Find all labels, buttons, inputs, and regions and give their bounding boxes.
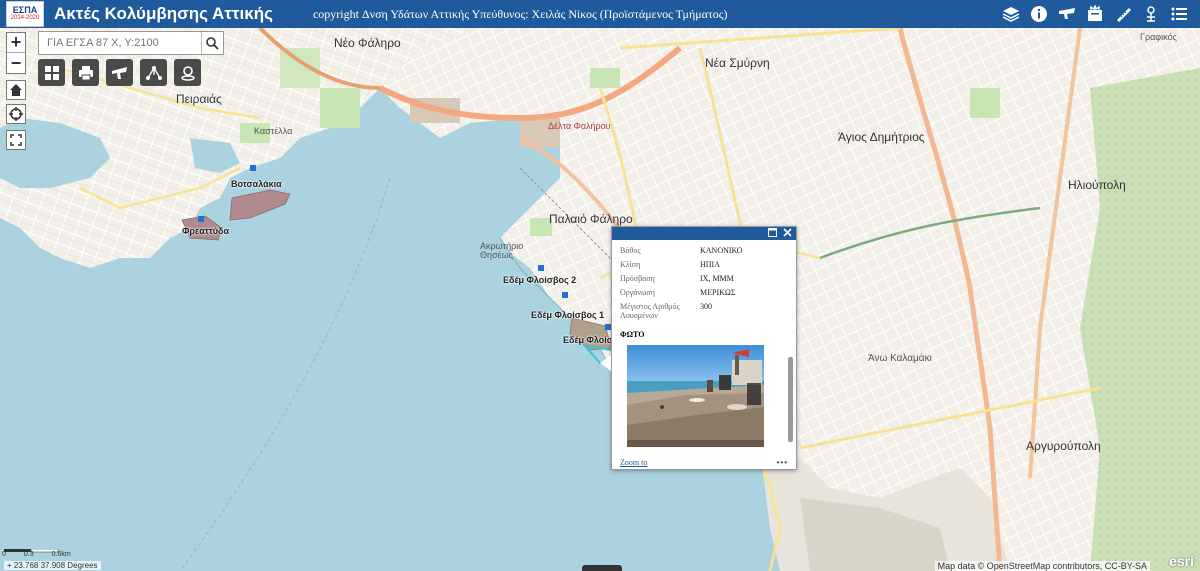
zoom-to-link[interactable]: Zoom to bbox=[620, 458, 647, 467]
popup-footer: Zoom to ••• bbox=[612, 455, 796, 469]
map-view[interactable]: Νέο Φάληρο Νέα Σμύρνη Άγιος Δημήτριος Πε… bbox=[0, 28, 1200, 571]
bottom-panel-handle[interactable] bbox=[582, 565, 622, 571]
label-argyroupoli: Αργυρούπολη bbox=[1026, 439, 1101, 453]
label-kastella: Καστέλλα bbox=[254, 126, 293, 136]
locate-me-button[interactable] bbox=[6, 104, 26, 124]
app-subtitle: copyright Δνση Υδάτων Αττικής Υπεύθυνος:… bbox=[312, 6, 728, 21]
share-button[interactable] bbox=[140, 59, 167, 86]
draw-button[interactable] bbox=[106, 59, 133, 86]
share-icon bbox=[145, 65, 162, 80]
label-ilioupoli: Ηλιούπολη bbox=[1068, 178, 1126, 192]
draw-icon bbox=[111, 66, 127, 79]
search-button[interactable] bbox=[201, 32, 223, 54]
attribute-row: Κλίση ΗΠΙΑ bbox=[620, 260, 782, 269]
zoom-in-button[interactable]: + bbox=[7, 32, 25, 53]
attribute-value: ΚΑΝΟΝΙΚΟ bbox=[700, 246, 743, 255]
layers-icon[interactable] bbox=[1000, 3, 1022, 25]
print-icon bbox=[78, 65, 93, 80]
attribute-value: ΙΧ, ΜΜΜ bbox=[700, 274, 734, 283]
attribute-row: Μέγιστος Αριθμός Λουομένων 300 bbox=[620, 302, 782, 320]
attribute-key: Πρόσβαση bbox=[620, 274, 655, 283]
info-icon[interactable] bbox=[1028, 3, 1050, 25]
coordinates-text: 23.768 37.908 Degrees bbox=[13, 561, 98, 570]
more-options-button[interactable]: ••• bbox=[777, 458, 788, 467]
search-input[interactable] bbox=[39, 32, 201, 54]
crosshair-icon bbox=[9, 107, 23, 121]
header-toolbar bbox=[1000, 3, 1190, 25]
scale-label: 0.6km bbox=[51, 551, 71, 558]
logo-text-bottom: 2014-2020 bbox=[10, 15, 40, 21]
locate-icon[interactable] bbox=[1140, 3, 1162, 25]
zoom-out-button[interactable]: − bbox=[7, 53, 25, 73]
feature-popup: Βάθος ΚΑΝΟΝΙΚΟ Κλίση ΗΠΙΑ Πρόσβαση ΙΧ, Μ… bbox=[611, 226, 797, 470]
attribute-value: ΗΠΙΑ bbox=[700, 260, 720, 269]
coordinate-readout: + 23.768 37.908 Degrees bbox=[4, 561, 101, 570]
scale-bar: 0 0.3 0.6km bbox=[2, 549, 84, 558]
close-icon[interactable] bbox=[783, 227, 792, 240]
map-toolbar bbox=[38, 59, 201, 86]
scale-label: 0.3 bbox=[23, 551, 34, 558]
measure-icon[interactable] bbox=[1112, 3, 1134, 25]
fullscreen-icon bbox=[10, 134, 22, 146]
popup-scrollbar[interactable] bbox=[788, 357, 793, 442]
scale-label: 0 bbox=[2, 551, 6, 558]
label-delta-falirou: Δέλτα Φαλήρου bbox=[548, 121, 611, 131]
app-header: ΕΣΠΑ 2014-2020 Ακτές Κολύμβησης Αττικής … bbox=[0, 0, 1200, 28]
grid-icon bbox=[44, 65, 59, 80]
search-icon bbox=[206, 36, 219, 50]
beach-label-edem-floisvos[interactable]: Εδέμ Φλοίσ bbox=[563, 335, 613, 345]
basemap bbox=[0, 28, 1200, 571]
label-ano-kalamaki: Άνω Καλαμάκι bbox=[868, 353, 932, 364]
map-attribution: Map data © OpenStreetMap contributors, C… bbox=[934, 561, 1150, 571]
espa-logo: ΕΣΠΑ 2014-2020 bbox=[6, 1, 44, 27]
attribute-value: ΜΕΡΙΚΩΣ bbox=[700, 288, 736, 297]
photo-heading: ΦΩΤΟ bbox=[620, 330, 645, 339]
popup-pointer bbox=[600, 355, 611, 371]
beach-label-edem-floisvos-2[interactable]: Εδέμ Φλοίσβος 2 bbox=[503, 275, 576, 285]
attribute-key: Οργάνωση bbox=[620, 288, 655, 297]
popup-header bbox=[612, 227, 796, 240]
attribute-value: 300 bbox=[700, 302, 712, 311]
attribute-key: Βάθος bbox=[620, 246, 641, 255]
label-peiraias: Πειραιάς bbox=[176, 92, 222, 106]
list-icon[interactable] bbox=[1168, 3, 1190, 25]
attribute-row: Πρόσβαση ΙΧ, ΜΜΜ bbox=[620, 274, 782, 283]
attribute-key: Κλίση bbox=[620, 260, 641, 269]
esri-logo: esri bbox=[1169, 553, 1194, 569]
location-button[interactable] bbox=[174, 59, 201, 86]
label-grafikos: Γραφικός bbox=[1140, 32, 1177, 42]
attribute-row: Βάθος ΚΑΝΟΝΙΚΟ bbox=[620, 246, 782, 255]
home-button[interactable] bbox=[6, 80, 26, 100]
beach-photo[interactable] bbox=[627, 345, 764, 447]
print-button[interactable] bbox=[72, 59, 99, 86]
label-agios-dimitrios: Άγιος Δημήτριος bbox=[838, 130, 925, 144]
logo-text-top: ΕΣΠΑ bbox=[12, 5, 38, 15]
label-paleo-faliro: Παλαιό Φάληρο bbox=[549, 212, 633, 226]
pin-icon bbox=[180, 65, 195, 81]
beach-label-edem-floisvos-1[interactable]: Εδέμ Φλοίσβος 1 bbox=[531, 310, 604, 320]
fullscreen-button[interactable] bbox=[6, 130, 26, 150]
basemap-gallery-button[interactable] bbox=[38, 59, 65, 86]
attribute-row: Οργάνωση ΜΕΡΙΚΩΣ bbox=[620, 288, 782, 297]
zoom-control: + − bbox=[6, 32, 26, 74]
popup-content: Βάθος ΚΑΝΟΝΙΚΟ Κλίση ΗΠΙΑ Πρόσβαση ΙΧ, Μ… bbox=[612, 240, 788, 455]
maximize-icon[interactable] bbox=[768, 227, 777, 240]
coordinate-search bbox=[38, 31, 224, 55]
plus-icon[interactable]: + bbox=[7, 561, 12, 570]
label-neo-faliro: Νέο Φάληρο bbox=[334, 36, 401, 50]
label-neo-smyrni: Νέα Σμύρνη bbox=[705, 56, 770, 70]
legend-icon[interactable] bbox=[1084, 3, 1106, 25]
label-akrotirio-thiseos: Ακρωτήριο Θησέως bbox=[480, 241, 524, 260]
home-icon bbox=[10, 84, 22, 96]
beach-label-votsalakia[interactable]: Βοτσαλάκια bbox=[231, 179, 282, 189]
beach-label-freattyda[interactable]: Φρεαττύδα bbox=[182, 226, 229, 236]
weather-icon[interactable] bbox=[1056, 3, 1078, 25]
app-title: Ακτές Κολύμβησης Αττικής bbox=[54, 4, 273, 23]
attribute-key: Μέγιστος Αριθμός Λουομένων bbox=[620, 302, 680, 320]
